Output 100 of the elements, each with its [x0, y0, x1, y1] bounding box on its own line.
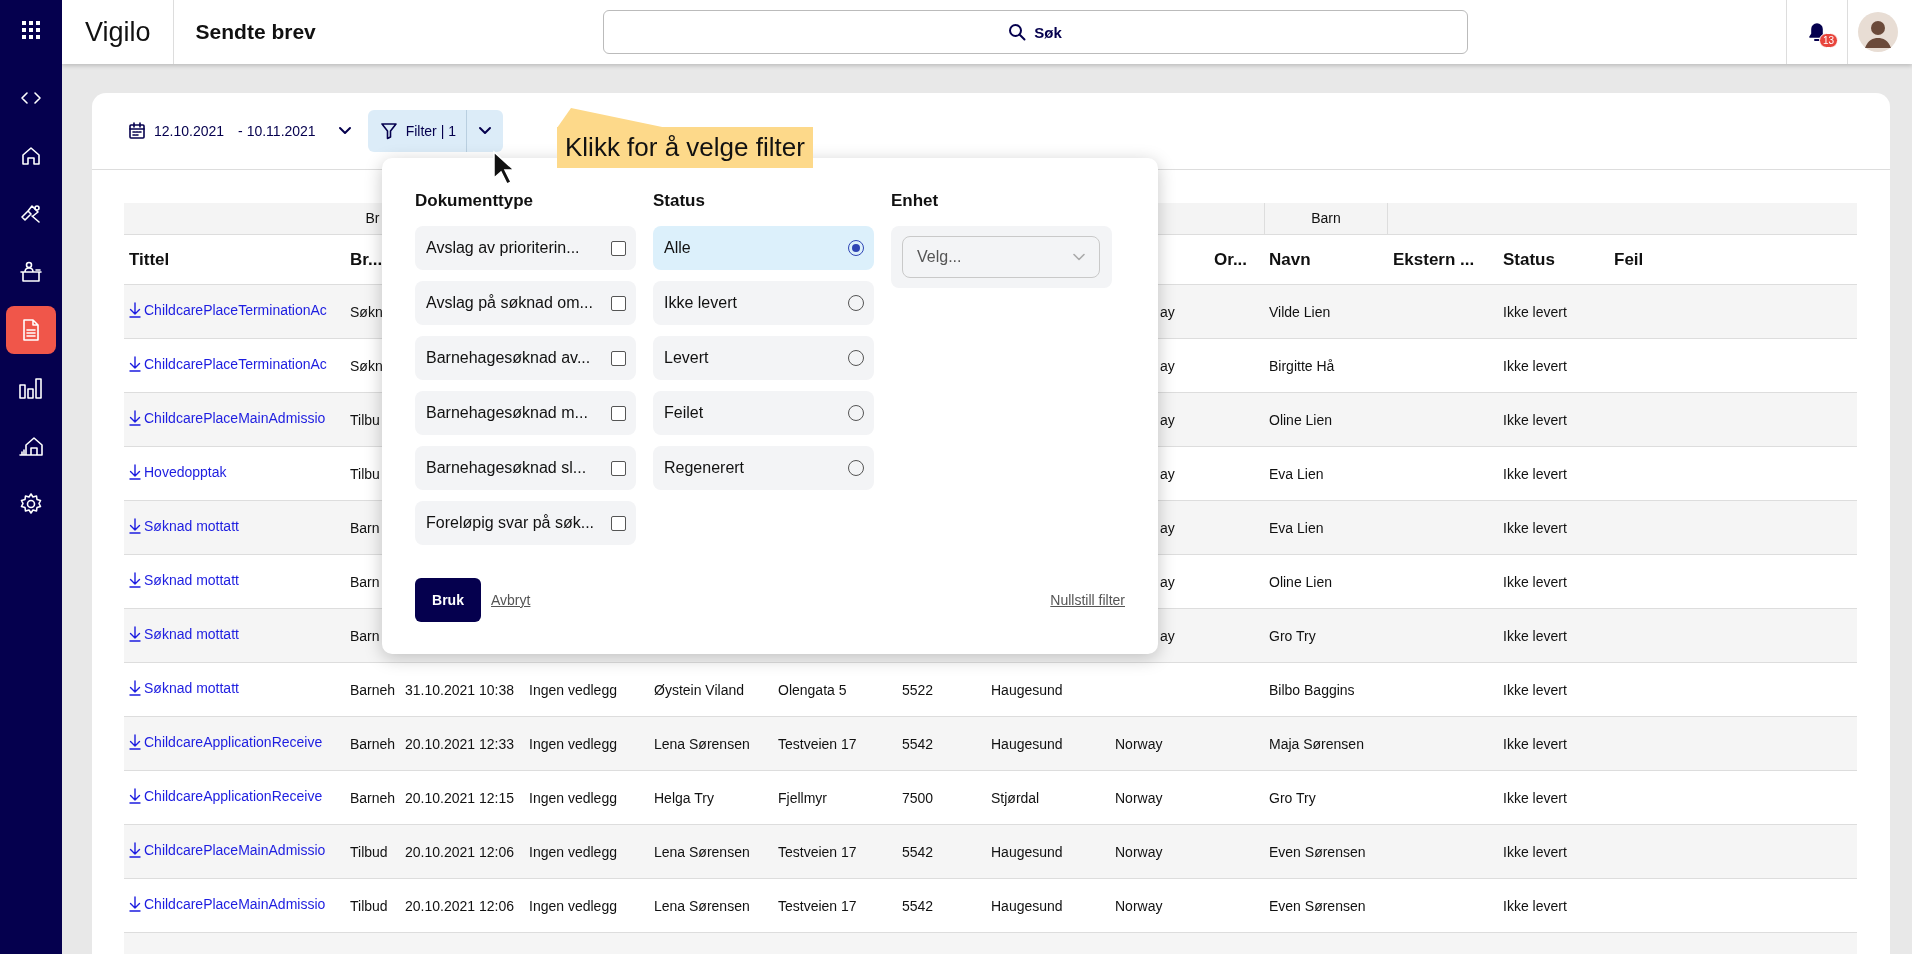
radio-option[interactable]: Levert — [653, 336, 874, 380]
download-icon — [129, 626, 141, 642]
document-link[interactable]: ChildcareApplicationReceive — [129, 734, 323, 750]
column-header[interactable]: Navn — [1269, 249, 1311, 270]
table-cell: Ikke levert — [1503, 681, 1567, 698]
table-cell: Even Sørensen — [1269, 897, 1366, 914]
table-cell: Barn — [350, 519, 380, 536]
document-link[interactable]: Hovedopptak — [129, 464, 227, 480]
download-icon — [129, 518, 141, 534]
chevron-down-icon — [478, 126, 492, 136]
document-icon — [21, 318, 41, 342]
checkbox-option[interactable]: Barnehagesøknad sl... — [415, 446, 636, 490]
avatar[interactable] — [1858, 12, 1898, 52]
table-cell: Ikke levert — [1503, 735, 1567, 752]
table-cell: 5522 — [902, 681, 934, 698]
funnel-icon — [379, 122, 398, 140]
document-link[interactable]: ChildcarePlaceTerminationAc — [129, 356, 327, 372]
person-at-desk-icon — [19, 261, 43, 283]
section-heading: Enhet — [891, 192, 940, 209]
table-cell: Olengata 5 — [778, 681, 847, 698]
table-cell: Tilbu — [350, 465, 380, 482]
download-icon — [129, 572, 141, 588]
table-cell: Ingen vedlegg — [529, 843, 617, 860]
table-cell: Ikke levert — [1503, 573, 1567, 590]
column-header[interactable]: Tittel — [129, 249, 170, 270]
document-link[interactable]: ChildcarePlaceMainAdmissio — [129, 896, 326, 912]
table-cell: Ikke levert — [1503, 843, 1567, 860]
table-cell: Even Sørensen — [1269, 843, 1366, 860]
checkbox-option[interactable]: Avslag på søknad om... — [415, 281, 636, 325]
document-link[interactable]: ChildcarePlaceTerminationAc — [129, 302, 327, 318]
download-icon — [129, 842, 141, 858]
unit-select[interactable]: Velg... — [902, 236, 1100, 278]
document-link[interactable]: ChildcarePlaceMainAdmissio — [129, 842, 326, 858]
table-cell: ay — [1160, 303, 1175, 320]
column-header[interactable]: Status — [1503, 249, 1555, 270]
table-cell: Ikke levert — [1503, 357, 1567, 374]
date-from[interactable]: 12.10.2021 — [154, 123, 225, 139]
table-cell: Gro Try — [1269, 789, 1316, 806]
column-header[interactable]: Feil — [1614, 249, 1644, 270]
checkbox-option[interactable]: Foreløpig svar på søk... — [415, 501, 636, 545]
page-title: Sendte brev — [194, 20, 317, 44]
search-field[interactable]: Søk — [602, 10, 1468, 54]
table-cell: Tilbu — [350, 411, 380, 428]
section-heading: Dokumenttype — [415, 192, 535, 209]
notification-count: 13 — [1819, 33, 1839, 48]
table-cell: Birgitte Hå — [1269, 357, 1335, 374]
download-icon — [129, 788, 141, 804]
bar-chart-icon — [18, 376, 44, 400]
checkbox[interactable] — [611, 295, 626, 311]
checkbox[interactable] — [611, 405, 626, 421]
document-link[interactable]: Søknad mottatt — [129, 572, 239, 588]
table-cell: Tilbud — [350, 897, 388, 914]
table-cell: Lena Sørensen — [654, 735, 750, 752]
table-cell: Ikke levert — [1503, 789, 1567, 806]
table-cell: ay — [1160, 411, 1175, 428]
date-to[interactable]: - 10.11.2021 — [238, 123, 316, 139]
radio-option[interactable]: Ikke levert — [653, 281, 874, 325]
document-link[interactable]: Søknad mottatt — [129, 680, 239, 696]
tools-icon — [19, 203, 43, 225]
cancel-link[interactable]: Avbryt — [491, 592, 531, 608]
filter-button[interactable]: Filter | 1 — [367, 110, 467, 152]
filter-dropdown-button[interactable] — [467, 110, 503, 152]
table-cell: Lena Sørensen — [654, 843, 750, 860]
download-icon — [129, 302, 141, 318]
table-cell: 5542 — [902, 735, 934, 752]
column-header[interactable]: Br... — [350, 249, 383, 270]
checkbox-option[interactable]: Avslag av prioriterin... — [415, 226, 636, 270]
download-icon — [129, 464, 141, 480]
sidebar-item[interactable] — [6, 306, 56, 354]
table-cell: Bilbo Baggins — [1269, 681, 1355, 698]
checkbox[interactable] — [611, 460, 626, 476]
radio-option[interactable]: Alle — [653, 226, 874, 270]
table-cell: Søkn — [350, 303, 383, 320]
checkbox-option[interactable]: Barnehagesøknad av... — [415, 336, 636, 380]
column-header[interactable]: Ekstern ... — [1393, 249, 1475, 270]
radio-option[interactable]: Regenerert — [653, 446, 874, 490]
table-cell: Fjellmyr — [778, 789, 827, 806]
checkbox[interactable] — [611, 350, 626, 366]
apply-button[interactable]: Bruk — [415, 578, 481, 622]
table-cell: 7500 — [902, 789, 934, 806]
table-cell: Ingen vedlegg — [529, 681, 617, 698]
table-cell: 31.10.2021 10:38 — [405, 681, 514, 698]
table-cell: Øystein Viland — [654, 681, 744, 698]
section-heading: Status — [653, 192, 706, 209]
download-icon — [129, 680, 141, 696]
document-link[interactable]: ChildcarePlaceMainAdmissio — [129, 410, 326, 426]
checkbox[interactable] — [611, 515, 626, 531]
table-cell: Ikke levert — [1503, 465, 1567, 482]
column-header[interactable]: Or... — [1214, 249, 1248, 270]
checkbox-option[interactable]: Barnehagesøknad m... — [415, 391, 636, 435]
reset-filter-link[interactable]: Nullstill filter — [1050, 592, 1125, 608]
document-link[interactable]: ChildcareApplicationReceive — [129, 788, 323, 804]
table-cell: Ingen vedlegg — [529, 897, 617, 914]
document-link[interactable]: Søknad mottatt — [129, 626, 239, 642]
table-cell: Ikke levert — [1503, 627, 1567, 644]
radio-option[interactable]: Feilet — [653, 391, 874, 435]
table-cell: Norway — [1115, 897, 1163, 914]
document-link[interactable]: Søknad mottatt — [129, 518, 239, 534]
apps-grid-icon — [21, 20, 41, 40]
checkbox[interactable] — [611, 240, 626, 256]
